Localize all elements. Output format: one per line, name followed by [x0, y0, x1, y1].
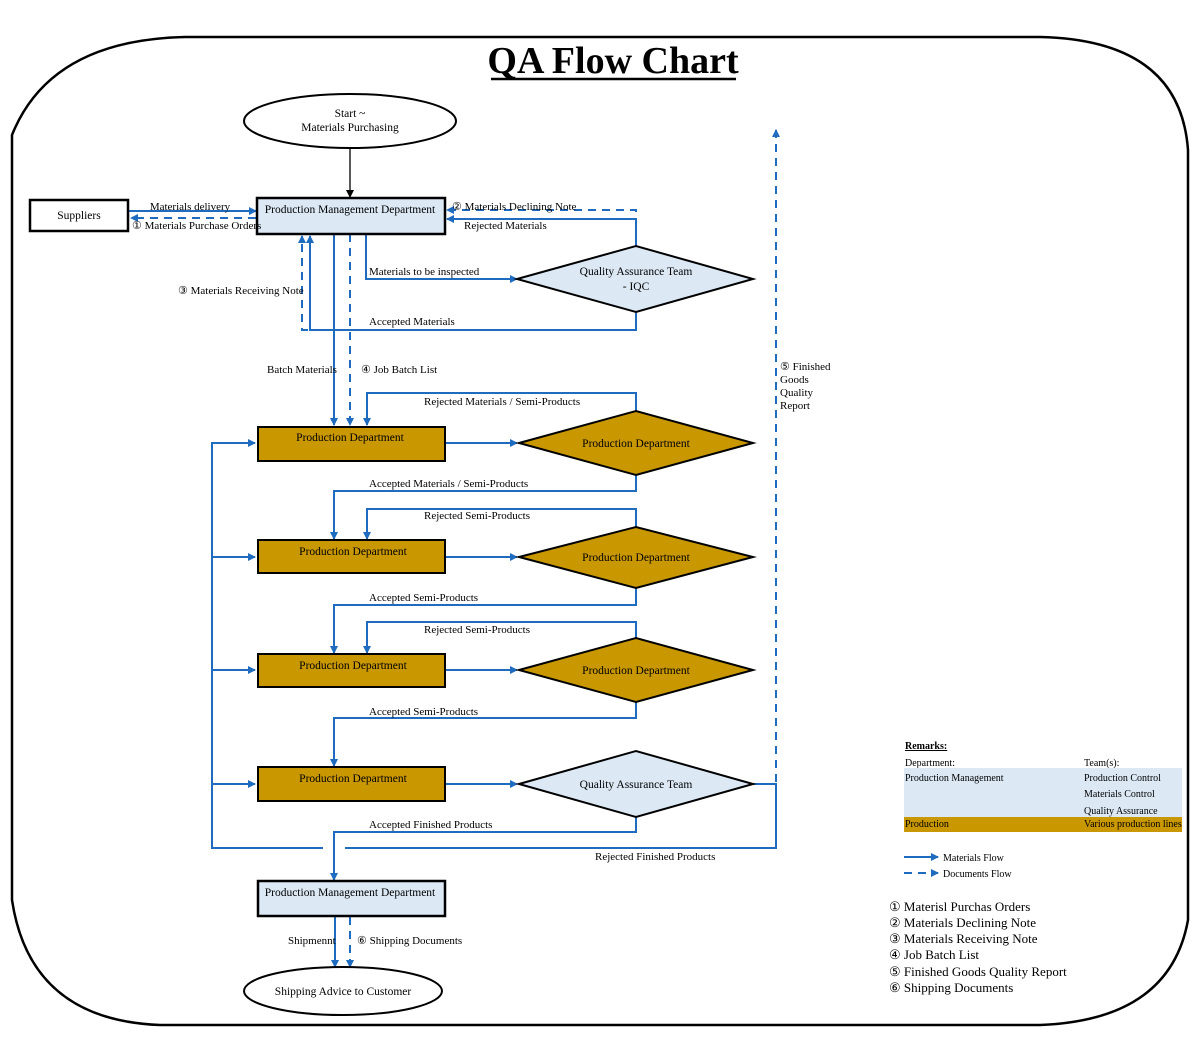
label-receiving-note: ③ Materials Receiving Note [178, 285, 304, 297]
label-fg-report-2: Goods [780, 374, 809, 386]
label-shipping-docs: ⑥ Shipping Documents [357, 935, 462, 947]
svg-text:Production Department: Production Department [296, 432, 404, 444]
page-title: QA Flow Chart [487, 40, 739, 82]
label-batch-materials: Batch Materials [267, 364, 337, 376]
svg-text:Production Department: Production Department [299, 773, 407, 785]
node-prod-check-1: Production Department [515, 409, 757, 477]
svg-text:Production Department: Production Department [582, 665, 690, 677]
remarks-team-1-0: Various production lines [1084, 819, 1182, 830]
node-pm-top: Production Management Department [255, 196, 447, 236]
svg-text:Production Management Departme: Production Management Department [265, 204, 436, 216]
svg-text:Start ~: Start ~ [335, 108, 366, 120]
label-fg-report-4: Report [780, 400, 810, 412]
node-prod-3: Production Department [257, 653, 446, 688]
remarks-team-0-2: Quality Assurance [1084, 806, 1158, 817]
doc-legend-1: ① Materisl Purchas Orders [889, 899, 1030, 914]
remarks-dept-1: Production [905, 819, 949, 830]
doc-legend-5: ⑤ Finished Goods Quality Report [889, 964, 1067, 979]
node-qa-final: Quality Assurance Team [515, 749, 757, 819]
label-accepted-mat-semi: Accepted Materials / Semi-Products [369, 478, 528, 490]
legend-materials-flow-label: Materials Flow [943, 853, 1005, 864]
label-fg-report-3: Quality [780, 387, 813, 399]
svg-text:Production Department: Production Department [582, 438, 690, 450]
svg-text:Suppliers: Suppliers [57, 210, 101, 222]
node-prod-4: Production Department [257, 766, 446, 802]
label-declining-note: ② Materials Declining Note [452, 201, 577, 213]
node-start: Start ~ Materials Purchasing [243, 93, 457, 149]
svg-text:Production Department: Production Department [299, 546, 407, 558]
label-accepted-finished: Accepted Finished Products [369, 819, 492, 831]
label-to-be-inspected: Materials to be inspected [369, 266, 480, 278]
remarks-dept-header: Department: [905, 758, 955, 769]
label-rejected-semi-1: Rejected Semi-Products [424, 510, 530, 522]
label-rejected-finished: Rejected Finished Products [595, 851, 715, 863]
svg-text:Production Department: Production Department [582, 552, 690, 564]
label-materials-delivery: Materials delivery [150, 201, 231, 213]
label-fg-report-1: ⑤ Finished [780, 361, 831, 373]
node-prod-check-2: Production Department [515, 525, 757, 590]
label-rejected-materials: Rejected Materials [464, 220, 547, 232]
svg-text:Production Management Departme: Production Management Department [265, 887, 436, 899]
remarks-team-0-0: Production Control [1084, 773, 1161, 784]
node-end: Shipping Advice to Customer [243, 966, 443, 1016]
remarks-panel: Remarks: Department: Team(s): Production… [904, 741, 1182, 880]
node-prod-1: Production Department [257, 426, 446, 462]
doc-legend-2: ② Materials Declining Note [889, 915, 1036, 930]
remarks-team-header: Team(s): [1084, 758, 1119, 769]
qa-flow-chart: QA Flow Chart Start ~ Materials Purchasi… [10, 35, 1190, 1027]
label-job-batch-list: ④ Job Batch List [361, 364, 437, 376]
legend-documents-flow-label: Documents Flow [943, 869, 1012, 880]
node-pm-bottom: Production Management Department [256, 879, 447, 918]
node-prod-check-3: Production Department [515, 636, 757, 704]
svg-text:Materials Purchasing: Materials Purchasing [301, 122, 399, 134]
remarks-heading: Remarks: [905, 741, 947, 752]
label-shipment: Shipmennt [288, 935, 336, 947]
svg-text:Shipping Advice to Customer: Shipping Advice to Customer [275, 986, 412, 998]
node-prod-2: Production Department [257, 539, 446, 574]
doc-legend-4: ④ Job Batch List [889, 947, 979, 962]
svg-text:Quality Assurance Team: Quality Assurance Team [580, 779, 693, 791]
svg-text:Quality Assurance Team: Quality Assurance Team [580, 266, 693, 278]
node-iqc: Quality Assurance Team - IQC [513, 244, 757, 314]
doc-legend-3: ③ Materials Receiving Note [889, 931, 1038, 946]
label-rejected-mat-semi: Rejected Materials / Semi-Products [424, 396, 580, 408]
label-accepted-semi-2: Accepted Semi-Products [369, 706, 478, 718]
remarks-team-0-1: Materials Control [1084, 789, 1155, 800]
label-rejected-semi-2: Rejected Semi-Products [424, 624, 530, 636]
doc-legend-6: ⑥ Shipping Documents [889, 980, 1013, 995]
label-accepted-materials: Accepted Materials [369, 316, 455, 328]
label-purchase-orders: ① Materials Purchase Orders [132, 220, 261, 232]
remarks-dept-0: Production Management [905, 773, 1004, 784]
documents-legend: ① Materisl Purchas Orders ② Materials De… [889, 899, 1067, 995]
svg-text:Production Department: Production Department [299, 660, 407, 672]
edge-labels: Materials delivery ① Materials Purchase … [132, 201, 831, 947]
label-accepted-semi-1: Accepted Semi-Products [369, 592, 478, 604]
node-suppliers: Suppliers [28, 198, 130, 233]
svg-text:- IQC: - IQC [623, 281, 650, 293]
